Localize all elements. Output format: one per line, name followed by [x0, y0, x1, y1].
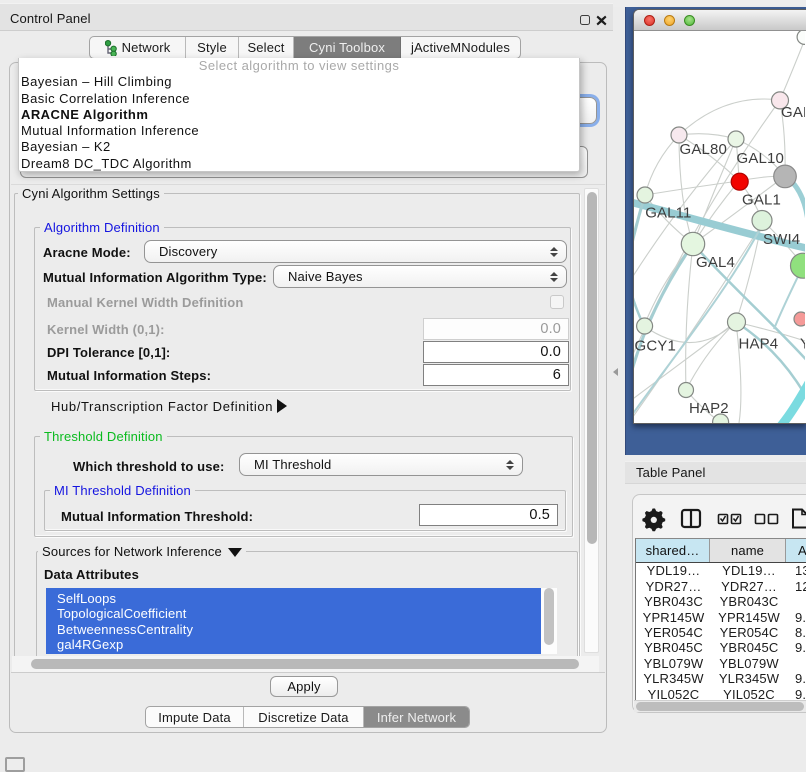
svg-text:SWI4: SWI4 [763, 231, 800, 248]
svg-text:HAP2: HAP2 [689, 400, 729, 417]
svg-text:GAL4: GAL4 [696, 254, 735, 271]
svg-text:YB: YB [800, 336, 805, 353]
svg-text:GAL10: GAL10 [737, 150, 784, 167]
svg-text:GAL11: GAL11 [645, 205, 691, 222]
svg-text:GAL80: GAL80 [680, 141, 727, 158]
svg-text:GCY1: GCY1 [635, 338, 676, 355]
svg-text:HAP4: HAP4 [739, 336, 779, 353]
svg-text:GAL7: GAL7 [781, 104, 805, 121]
svg-text:GAL1: GAL1 [742, 192, 781, 209]
